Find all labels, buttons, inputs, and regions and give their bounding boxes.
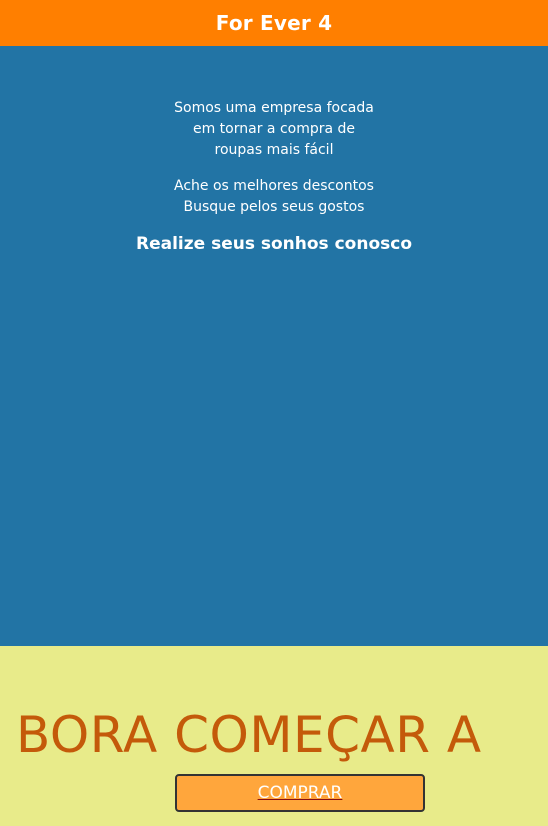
about-line: roupas mais fácil	[214, 142, 334, 158]
hero-section: Somos uma empresa focada em tornar a com…	[0, 46, 548, 646]
about-text: Somos uma empresa focada em tornar a com…	[0, 98, 548, 161]
benefits-text: Ache os melhores descontos Busque pelos …	[0, 176, 548, 218]
brand-title: For Ever 4	[215, 11, 333, 35]
cta-headline: BORA COMEÇAR A	[16, 706, 482, 764]
benefit-line: Ache os melhores descontos	[174, 178, 374, 194]
page: For Ever 4 Somos uma empresa focada em t…	[0, 0, 548, 826]
cta-section: BORA COMEÇAR A COMPRAR	[0, 646, 548, 826]
about-line: Somos uma empresa focada	[174, 100, 374, 116]
about-line: em tornar a compra de	[192, 121, 356, 137]
benefit-line: Busque pelos seus gostos	[183, 199, 365, 215]
buy-button[interactable]: COMPRAR	[175, 774, 425, 812]
buy-button-label: COMPRAR	[257, 783, 343, 803]
tagline: Realize seus sonhos conosco	[135, 234, 412, 254]
top-bar: For Ever 4	[0, 0, 548, 46]
